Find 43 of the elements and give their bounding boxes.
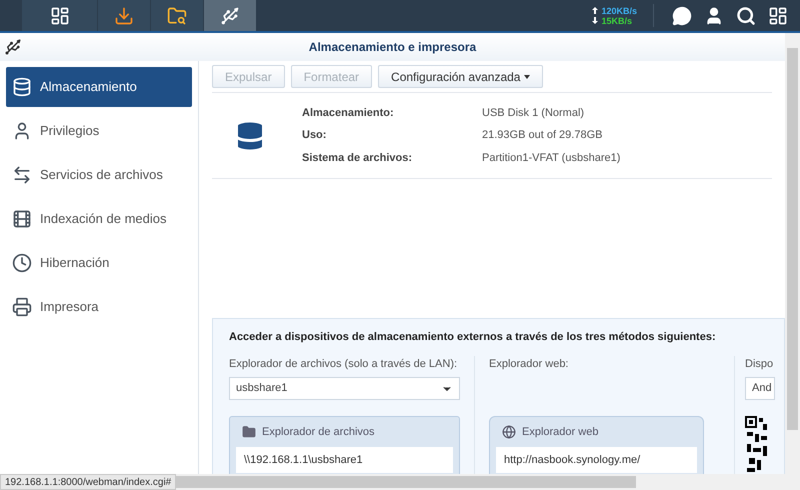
down-arrow-icon — [592, 17, 598, 24]
info-value: Partition1-VFAT (usbshare1) — [482, 150, 620, 166]
taskbar-app-button[interactable] — [98, 0, 150, 31]
method-panel-title: Explorador de archivos — [262, 424, 375, 440]
status-url: 192.168.1.1:8000/webman/index.cgi# — [0, 474, 176, 490]
access-heading: Acceder a dispositivos de almacenamiento externos a través de los tres métodos siguientes: — [229, 330, 717, 345]
up-arrow-icon — [592, 7, 598, 14]
globe-icon — [502, 425, 516, 439]
info-label: Sistema de archivos: — [302, 150, 414, 166]
toolbar-button[interactable]: Configuración avanzada — [378, 65, 544, 88]
file-transfer-icon — [12, 165, 32, 185]
taskbar-app-button[interactable] — [204, 0, 256, 31]
clock-icon — [12, 253, 32, 273]
sidebar-item[interactable]: Impresora — [6, 287, 192, 327]
column-label: Explorador de archivos (solo a través de LAN): — [229, 356, 458, 372]
info-label: Almacenamiento: — [302, 106, 395, 121]
folder-search-icon — [167, 6, 187, 26]
path-field[interactable]: http://nasbook.synology.me/ — [496, 447, 697, 473]
share-select[interactable]: usbshare1 — [229, 377, 460, 400]
sidebar-item[interactable]: Hibernación — [6, 243, 192, 283]
download-speed: 15KB/s — [601, 16, 632, 26]
path-field[interactable]: \\192.168.1.1\usbshare1 — [236, 447, 453, 473]
sidebar-item[interactable]: Privilegios — [6, 111, 192, 151]
window-title: Almacenamiento e impresora — [308, 39, 476, 56]
taskbar-app-button[interactable] — [151, 0, 203, 31]
taskbar-app-button[interactable] — [22, 0, 97, 31]
film-reel-icon — [12, 209, 32, 229]
upload-speed: 120KB/s — [601, 6, 637, 16]
share-select[interactable]: And — [745, 377, 775, 400]
sidebar-item[interactable]: Almacenamiento — [6, 67, 192, 107]
column-label: Explorador web: — [489, 356, 570, 372]
database-icon — [12, 77, 32, 97]
info-value: 21.93GB out of 29.78GB — [482, 128, 604, 144]
grid-icon — [50, 6, 70, 26]
folder-icon — [242, 425, 256, 439]
info-value: USB Disk 1 (Normal) — [482, 106, 586, 121]
sidebar-item[interactable]: Servicios de archivos — [6, 155, 192, 195]
method-panel-title: Explorador web — [522, 424, 598, 440]
info-label: Uso: — [302, 128, 328, 144]
printer-icon — [12, 297, 32, 317]
sidebar-item[interactable]: Indexación de medios — [6, 199, 192, 239]
column-label: Dispo — [745, 356, 774, 372]
download-arrows-icon — [114, 6, 134, 26]
